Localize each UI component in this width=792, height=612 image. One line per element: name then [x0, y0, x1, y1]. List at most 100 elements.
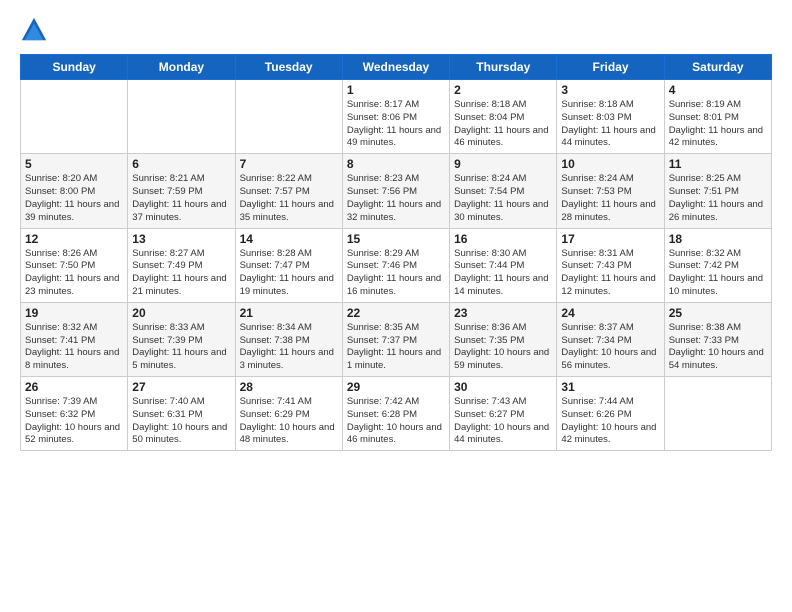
- day-info: Sunrise: 8:18 AM Sunset: 8:03 PM Dayligh…: [561, 99, 659, 150]
- day-info: Sunrise: 7:39 AM Sunset: 6:32 PM Dayligh…: [25, 396, 123, 447]
- calendar-cell: 1 Sunrise: 8:17 AM Sunset: 8:06 PM Daylig…: [342, 80, 449, 154]
- day-number: 23: [454, 306, 552, 320]
- day-info: Sunrise: 8:23 AM Sunset: 7:56 PM Dayligh…: [347, 173, 445, 224]
- calendar-cell: 25 Sunrise: 8:38 AM Sunset: 7:33 PM Dayli…: [664, 302, 771, 376]
- calendar-cell: [21, 80, 128, 154]
- calendar-cell: [664, 377, 771, 451]
- calendar-cell: 9 Sunrise: 8:24 AM Sunset: 7:54 PM Daylig…: [450, 154, 557, 228]
- calendar-cell: 24 Sunrise: 8:37 AM Sunset: 7:34 PM Dayli…: [557, 302, 664, 376]
- calendar-table: SundayMondayTuesdayWednesdayThursdayFrid…: [20, 54, 772, 451]
- day-number: 15: [347, 232, 445, 246]
- calendar-cell: 15 Sunrise: 8:29 AM Sunset: 7:46 PM Dayli…: [342, 228, 449, 302]
- day-number: 5: [25, 157, 123, 171]
- day-number: 24: [561, 306, 659, 320]
- day-info: Sunrise: 8:32 AM Sunset: 7:42 PM Dayligh…: [669, 248, 767, 299]
- calendar-cell: 23 Sunrise: 8:36 AM Sunset: 7:35 PM Dayli…: [450, 302, 557, 376]
- calendar-cell: 12Sunrise: 8:26 AM Sunset: 7:50 PM Dayli…: [21, 228, 128, 302]
- header: [20, 16, 772, 44]
- day-info: Sunrise: 8:29 AM Sunset: 7:46 PM Dayligh…: [347, 248, 445, 299]
- calendar-cell: 27 Sunrise: 7:40 AM Sunset: 6:31 PM Dayli…: [128, 377, 235, 451]
- calendar-cell: 17 Sunrise: 8:31 AM Sunset: 7:43 PM Dayli…: [557, 228, 664, 302]
- day-number: 17: [561, 232, 659, 246]
- calendar-cell: [235, 80, 342, 154]
- logo-icon: [20, 16, 48, 44]
- day-info: Sunrise: 8:26 AM Sunset: 7:50 PM Dayligh…: [25, 248, 123, 299]
- calendar-cell: 31 Sunrise: 7:44 AM Sunset: 6:26 PM Dayli…: [557, 377, 664, 451]
- calendar-header-row: SundayMondayTuesdayWednesdayThursdayFrid…: [21, 55, 772, 80]
- calendar-cell: 5 Sunrise: 8:20 AM Sunset: 8:00 PM Daylig…: [21, 154, 128, 228]
- calendar-cell: 21Sunrise: 8:34 AM Sunset: 7:38 PM Dayli…: [235, 302, 342, 376]
- day-number: 18: [669, 232, 767, 246]
- calendar-week-2: 5 Sunrise: 8:20 AM Sunset: 8:00 PM Daylig…: [21, 154, 772, 228]
- calendar-cell: 20 Sunrise: 8:33 AM Sunset: 7:39 PM Dayli…: [128, 302, 235, 376]
- day-info: Sunrise: 8:38 AM Sunset: 7:33 PM Dayligh…: [669, 322, 767, 373]
- day-number: 3: [561, 83, 659, 97]
- calendar-week-3: 12Sunrise: 8:26 AM Sunset: 7:50 PM Dayli…: [21, 228, 772, 302]
- day-number: 16: [454, 232, 552, 246]
- day-number: 14: [240, 232, 338, 246]
- calendar-cell: 18 Sunrise: 8:32 AM Sunset: 7:42 PM Dayli…: [664, 228, 771, 302]
- calendar-cell: 28 Sunrise: 7:41 AM Sunset: 6:29 PM Dayli…: [235, 377, 342, 451]
- day-number: 8: [347, 157, 445, 171]
- day-info: Sunrise: 8:18 AM Sunset: 8:04 PM Dayligh…: [454, 99, 552, 150]
- day-number: 11: [669, 157, 767, 171]
- day-info: Sunrise: 8:27 AM Sunset: 7:49 PM Dayligh…: [132, 248, 230, 299]
- day-info: Sunrise: 8:37 AM Sunset: 7:34 PM Dayligh…: [561, 322, 659, 373]
- day-info: Sunrise: 8:28 AM Sunset: 7:47 PM Dayligh…: [240, 248, 338, 299]
- day-number: 6: [132, 157, 230, 171]
- calendar-cell: 16Sunrise: 8:30 AM Sunset: 7:44 PM Dayli…: [450, 228, 557, 302]
- day-info: Sunrise: 7:41 AM Sunset: 6:29 PM Dayligh…: [240, 396, 338, 447]
- day-info: Sunrise: 7:44 AM Sunset: 6:26 PM Dayligh…: [561, 396, 659, 447]
- col-header-monday: Monday: [128, 55, 235, 80]
- col-header-saturday: Saturday: [664, 55, 771, 80]
- calendar-cell: 10Sunrise: 8:24 AM Sunset: 7:53 PM Dayli…: [557, 154, 664, 228]
- day-info: Sunrise: 8:19 AM Sunset: 8:01 PM Dayligh…: [669, 99, 767, 150]
- col-header-thursday: Thursday: [450, 55, 557, 80]
- day-info: Sunrise: 7:42 AM Sunset: 6:28 PM Dayligh…: [347, 396, 445, 447]
- day-info: Sunrise: 7:43 AM Sunset: 6:27 PM Dayligh…: [454, 396, 552, 447]
- col-header-wednesday: Wednesday: [342, 55, 449, 80]
- col-header-tuesday: Tuesday: [235, 55, 342, 80]
- day-number: 20: [132, 306, 230, 320]
- day-number: 1: [347, 83, 445, 97]
- calendar-cell: 29Sunrise: 7:42 AM Sunset: 6:28 PM Dayli…: [342, 377, 449, 451]
- day-info: Sunrise: 8:17 AM Sunset: 8:06 PM Dayligh…: [347, 99, 445, 150]
- day-number: 10: [561, 157, 659, 171]
- calendar-cell: 13 Sunrise: 8:27 AM Sunset: 7:49 PM Dayli…: [128, 228, 235, 302]
- day-info: Sunrise: 8:25 AM Sunset: 7:51 PM Dayligh…: [669, 173, 767, 224]
- day-number: 27: [132, 380, 230, 394]
- page: SundayMondayTuesdayWednesdayThursdayFrid…: [0, 0, 792, 612]
- day-info: Sunrise: 8:34 AM Sunset: 7:38 PM Dayligh…: [240, 322, 338, 373]
- day-number: 9: [454, 157, 552, 171]
- day-info: Sunrise: 8:24 AM Sunset: 7:54 PM Dayligh…: [454, 173, 552, 224]
- calendar-cell: 22 Sunrise: 8:35 AM Sunset: 7:37 PM Dayli…: [342, 302, 449, 376]
- day-info: Sunrise: 8:35 AM Sunset: 7:37 PM Dayligh…: [347, 322, 445, 373]
- day-info: Sunrise: 8:33 AM Sunset: 7:39 PM Dayligh…: [132, 322, 230, 373]
- day-number: 4: [669, 83, 767, 97]
- calendar-cell: 8 Sunrise: 8:23 AM Sunset: 7:56 PM Daylig…: [342, 154, 449, 228]
- day-info: Sunrise: 8:36 AM Sunset: 7:35 PM Dayligh…: [454, 322, 552, 373]
- calendar-cell: 19 Sunrise: 8:32 AM Sunset: 7:41 PM Dayli…: [21, 302, 128, 376]
- day-number: 26: [25, 380, 123, 394]
- day-info: Sunrise: 7:40 AM Sunset: 6:31 PM Dayligh…: [132, 396, 230, 447]
- calendar-cell: 11 Sunrise: 8:25 AM Sunset: 7:51 PM Dayli…: [664, 154, 771, 228]
- day-number: 22: [347, 306, 445, 320]
- day-info: Sunrise: 8:20 AM Sunset: 8:00 PM Dayligh…: [25, 173, 123, 224]
- col-header-sunday: Sunday: [21, 55, 128, 80]
- day-info: Sunrise: 8:21 AM Sunset: 7:59 PM Dayligh…: [132, 173, 230, 224]
- calendar-cell: 30Sunrise: 7:43 AM Sunset: 6:27 PM Dayli…: [450, 377, 557, 451]
- logo: [20, 16, 52, 44]
- day-number: 13: [132, 232, 230, 246]
- col-header-friday: Friday: [557, 55, 664, 80]
- day-info: Sunrise: 8:31 AM Sunset: 7:43 PM Dayligh…: [561, 248, 659, 299]
- day-number: 28: [240, 380, 338, 394]
- calendar-cell: 3 Sunrise: 8:18 AM Sunset: 8:03 PM Daylig…: [557, 80, 664, 154]
- day-number: 19: [25, 306, 123, 320]
- calendar-cell: 2Sunrise: 8:18 AM Sunset: 8:04 PM Daylig…: [450, 80, 557, 154]
- day-number: 31: [561, 380, 659, 394]
- day-number: 25: [669, 306, 767, 320]
- calendar-cell: 4 Sunrise: 8:19 AM Sunset: 8:01 PM Daylig…: [664, 80, 771, 154]
- day-number: 7: [240, 157, 338, 171]
- day-info: Sunrise: 8:22 AM Sunset: 7:57 PM Dayligh…: [240, 173, 338, 224]
- day-info: Sunrise: 8:32 AM Sunset: 7:41 PM Dayligh…: [25, 322, 123, 373]
